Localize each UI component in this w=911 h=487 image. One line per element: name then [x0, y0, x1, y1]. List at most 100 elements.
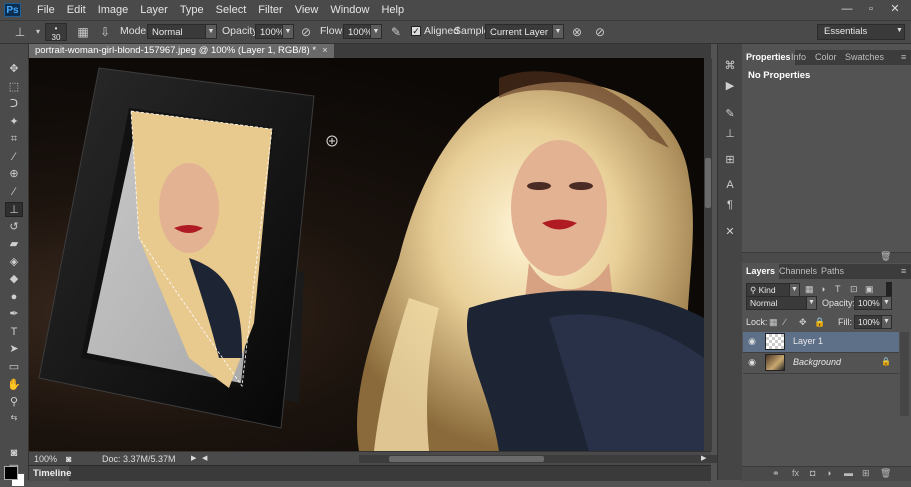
- visibility-eye-icon[interactable]: ◉: [747, 336, 757, 346]
- fill-dropdown-icon[interactable]: ▼: [881, 315, 892, 329]
- brush-size-picker[interactable]: • 30: [45, 23, 67, 42]
- sample-select[interactable]: Current Layer: [485, 24, 553, 39]
- tab-paths[interactable]: Paths: [817, 264, 848, 279]
- brush-presets-icon[interactable]: ✎: [721, 106, 739, 122]
- brush-panel-icon[interactable]: ▦: [75, 24, 91, 40]
- tool-preset-arrow-icon[interactable]: ▾: [30, 24, 46, 40]
- visibility-eye-icon[interactable]: ◉: [747, 357, 757, 367]
- flow-input[interactable]: 100%: [343, 24, 372, 39]
- layer-style-icon[interactable]: fx: [792, 468, 799, 478]
- tab-color[interactable]: Color: [811, 50, 841, 65]
- airbrush-icon[interactable]: ✎: [388, 24, 404, 40]
- clone-stamp-tool-preset-icon[interactable]: ⊥: [12, 24, 28, 40]
- menu-file[interactable]: File: [31, 0, 61, 20]
- tool-presets-icon[interactable]: ⊞: [721, 152, 739, 168]
- clone-stamp-tool-icon[interactable]: ⊥: [5, 202, 23, 217]
- eraser-tool-icon[interactable]: ▰: [5, 237, 23, 252]
- clone-source-panel-icon[interactable]: ⇩: [97, 24, 113, 40]
- layers-scrollbar[interactable]: [900, 332, 909, 416]
- delete-layer-icon[interactable]: 🗑: [880, 468, 891, 479]
- lock-position-icon[interactable]: ✥: [799, 317, 807, 328]
- panel-menu-icon[interactable]: ≡: [897, 50, 910, 65]
- link-layers-icon[interactable]: ⚭: [772, 468, 780, 479]
- brush-tool-icon[interactable]: ∕: [5, 185, 23, 200]
- menu-layer[interactable]: Layer: [134, 0, 174, 20]
- document-canvas[interactable]: [29, 58, 704, 451]
- close-window-button[interactable]: ✕: [884, 2, 906, 16]
- shape-tool-icon[interactable]: ▭: [5, 360, 23, 375]
- adjustments-tools-icon[interactable]: ✕: [721, 224, 739, 240]
- healing-brush-tool-icon[interactable]: ⊕: [5, 167, 23, 182]
- type-tool-icon[interactable]: T: [5, 325, 23, 340]
- opacity-input[interactable]: 100%: [255, 24, 284, 39]
- tab-swatches[interactable]: Swatches: [841, 50, 888, 65]
- vertical-scroll-thumb[interactable]: [705, 158, 711, 208]
- blur-tool-icon[interactable]: ◆: [5, 272, 23, 287]
- workspace-select[interactable]: Essentials: [817, 24, 905, 40]
- blend-mode-dropdown-icon[interactable]: ▼: [806, 296, 817, 310]
- character-panel-icon[interactable]: A: [721, 177, 739, 193]
- close-document-icon[interactable]: ×: [322, 45, 328, 56]
- lasso-tool-icon[interactable]: ᑐ: [5, 97, 23, 112]
- aligned-checkbox[interactable]: ✓: [411, 26, 421, 36]
- pen-tool-icon[interactable]: ✒: [5, 307, 23, 322]
- new-layer-icon[interactable]: ⊞: [862, 468, 870, 479]
- menu-view[interactable]: View: [289, 0, 325, 20]
- status-info-icon[interactable]: ◙: [66, 453, 71, 465]
- pressure-opacity-icon[interactable]: ⊘: [298, 24, 314, 40]
- timeline-tab[interactable]: Timeline: [29, 466, 71, 481]
- history-panel-icon[interactable]: ⌘: [721, 58, 739, 74]
- add-mask-icon[interactable]: ◘: [810, 468, 815, 478]
- layer-opacity-input[interactable]: 100%: [854, 296, 882, 310]
- sample-dropdown-icon[interactable]: ▼: [552, 24, 564, 39]
- tab-channels[interactable]: Channels: [775, 264, 821, 279]
- lock-image-icon[interactable]: ∕: [784, 317, 786, 327]
- flow-dropdown-icon[interactable]: ▼: [370, 24, 382, 39]
- restore-button[interactable]: ▫: [860, 2, 882, 16]
- layer-opacity-dropdown-icon[interactable]: ▼: [881, 296, 892, 310]
- lock-transparent-icon[interactable]: ▦: [769, 317, 778, 328]
- clone-source-icon[interactable]: ⊥: [721, 126, 739, 142]
- new-group-icon[interactable]: ▬: [844, 468, 853, 478]
- layer-name[interactable]: Layer 1: [793, 336, 823, 346]
- menu-image[interactable]: Image: [92, 0, 135, 20]
- mode-select[interactable]: Normal: [147, 24, 207, 39]
- eyedropper-tool-icon[interactable]: ⁄: [5, 150, 23, 165]
- vertical-scrollbar[interactable]: [704, 58, 712, 451]
- filter-dropdown-icon[interactable]: ▼: [789, 283, 800, 297]
- move-tool-icon[interactable]: ✥: [5, 62, 23, 77]
- layer-row-layer-1[interactable]: ◉ Layer 1: [743, 332, 899, 353]
- workspace-dropdown-icon[interactable]: ▼: [896, 27, 903, 34]
- lock-all-icon[interactable]: 🔒: [814, 317, 825, 328]
- hand-tool-icon[interactable]: ✋: [5, 378, 23, 393]
- filter-smart-object-icon[interactable]: ▣: [865, 284, 874, 295]
- layers-panel-menu-icon[interactable]: ≡: [897, 264, 910, 279]
- quick-mask-icon[interactable]: ◙: [5, 446, 23, 461]
- status-menu-arrow-icon[interactable]: ▶: [191, 453, 196, 465]
- adjustment-layer-icon[interactable]: ◑: [826, 468, 831, 478]
- layer-row-background[interactable]: ◉ Background 🔒: [743, 353, 899, 374]
- tab-layers[interactable]: Layers: [742, 264, 780, 279]
- dodge-tool-icon[interactable]: ●: [5, 290, 23, 305]
- pressure-size-icon[interactable]: ⊘: [592, 24, 608, 40]
- layer-name[interactable]: Background: [793, 357, 841, 367]
- scroll-right-icon[interactable]: ▶: [701, 453, 706, 465]
- filter-pixel-icon[interactable]: ▦: [805, 284, 814, 295]
- actions-panel-icon[interactable]: ▶: [721, 78, 739, 94]
- ignore-adjustment-layers-icon[interactable]: ⊗: [569, 24, 585, 40]
- paragraph-panel-icon[interactable]: ¶: [721, 197, 739, 213]
- menu-edit[interactable]: Edit: [61, 0, 92, 20]
- zoom-level[interactable]: 100%: [34, 453, 57, 465]
- menu-filter[interactable]: Filter: [252, 0, 288, 20]
- filter-toggle[interactable]: [886, 282, 892, 296]
- crop-tool-icon[interactable]: ⌗: [5, 132, 23, 147]
- properties-trash-icon[interactable]: 🗑: [880, 251, 891, 262]
- mode-dropdown-icon[interactable]: ▼: [205, 24, 217, 39]
- filter-shape-icon[interactable]: ⊡: [850, 284, 858, 295]
- zoom-tool-icon[interactable]: ⚲: [5, 395, 23, 410]
- menu-help[interactable]: Help: [375, 0, 410, 20]
- horizontal-scroll-thumb[interactable]: [389, 456, 544, 462]
- marquee-tool-icon[interactable]: ⬚: [5, 80, 23, 95]
- swap-colors-icon[interactable]: ⇆: [5, 410, 23, 425]
- scroll-left-icon[interactable]: ◀: [202, 453, 207, 465]
